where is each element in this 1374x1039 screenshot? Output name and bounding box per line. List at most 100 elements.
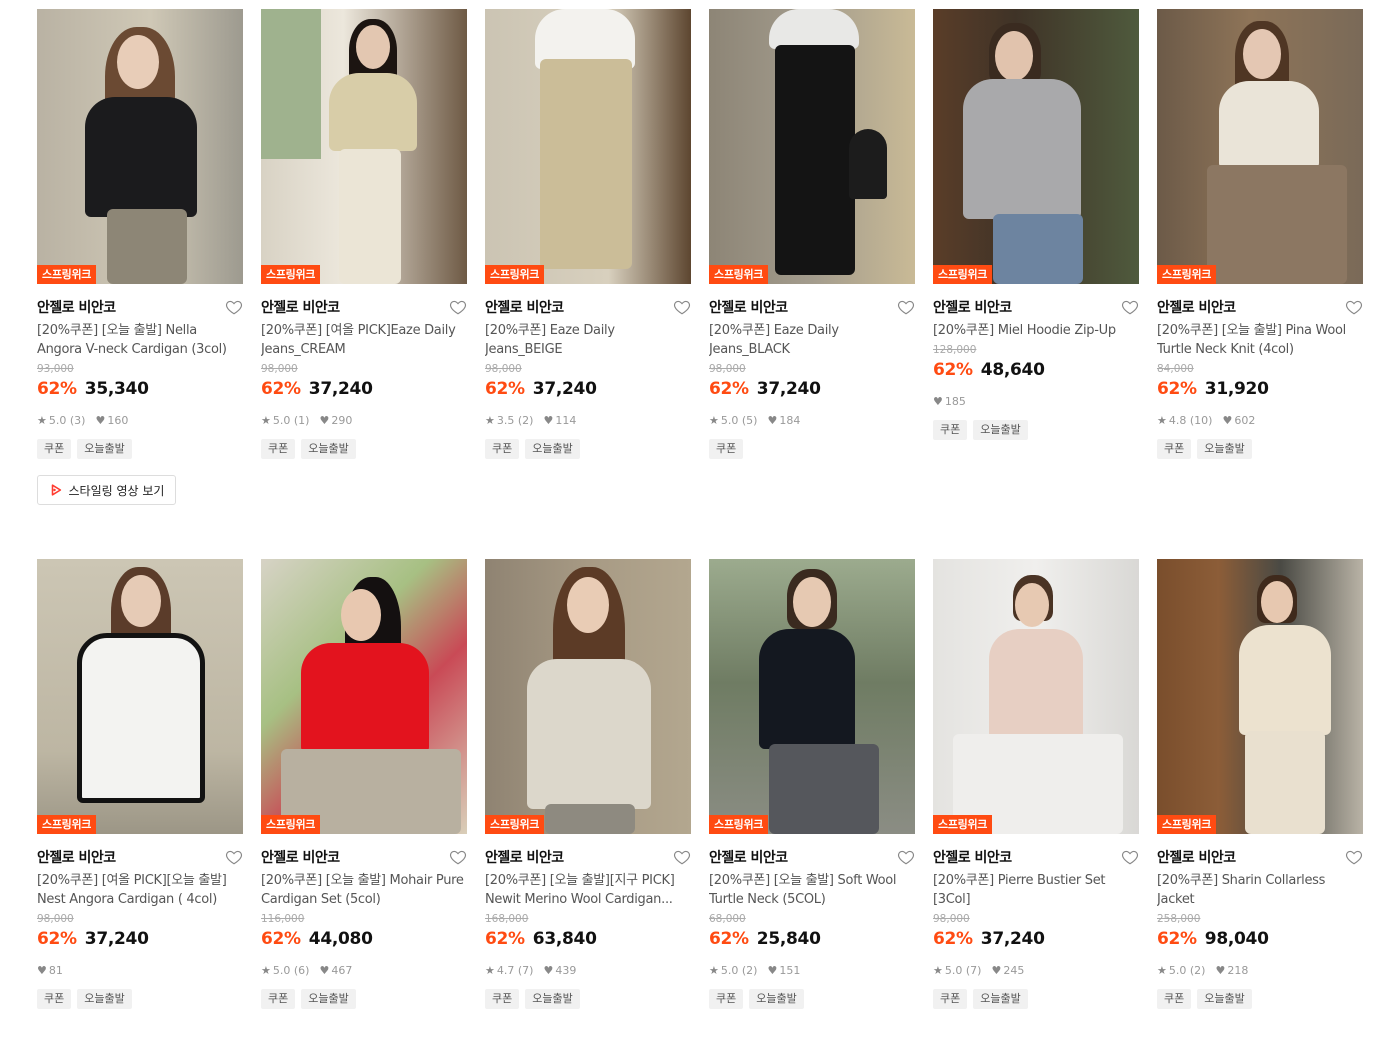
discount-rate: 62% [709,379,749,399]
spring-week-badge: 스프링위크 [1157,815,1217,834]
rating: 4.7 (7) [496,963,534,977]
product-card[interactable]: 스프링위크 안젤로 비안코 [20%쿠폰] Sharin Collarless … [1157,559,1363,1009]
brand-name[interactable]: 안젤로 비안코 [37,297,116,317]
spring-week-badge: 스프링위크 [1157,265,1217,284]
tag-coupon: 쿠폰 [485,989,520,1009]
like-icon: ♥ [319,413,330,427]
brand-name[interactable]: 안젤로 비안코 [1157,847,1236,867]
product-card[interactable]: 스프링위크 안젤로 비안코 [20%쿠폰] [오늘 출발][지구 PICK] N… [485,559,691,1009]
product-image[interactable]: 스프링위크 [261,9,467,284]
product-name[interactable]: [20%쿠폰] Pierre Bustier Set [3Col] [933,871,1139,909]
tag-coupon: 쿠폰 [933,420,968,440]
tag-ship-today: 오늘출발 [973,989,1028,1009]
product-name[interactable]: [20%쿠폰] [오늘 출발] Soft Wool Turtle Neck (5… [709,871,915,909]
brand-name[interactable]: 안젤로 비안코 [933,297,1012,317]
original-price: 98,000 [709,363,746,375]
product-name[interactable]: [20%쿠폰] [여올 PICK]Eaze Daily Jeans_CREAM [261,321,467,359]
brand-name[interactable]: 안젤로 비안코 [709,297,788,317]
play-icon [51,484,61,496]
product-name[interactable]: [20%쿠폰] Miel Hoodie Zip-Up [933,321,1139,340]
product-card[interactable]: 스프링위크 안젤로 비안코 [20%쿠폰] [여올 PICK]Eaze Dail… [261,9,467,459]
like-count: 245 [1003,963,1025,977]
wishlist-heart-icon[interactable] [673,298,691,316]
product-image[interactable]: 스프링위크 [933,559,1139,834]
wishlist-heart-icon[interactable] [673,848,691,866]
original-price: 68,000 [709,913,746,925]
brand-name[interactable]: 안젤로 비안코 [1157,297,1236,317]
sale-price: 25,840 [756,929,821,949]
wishlist-heart-icon[interactable] [1345,848,1363,866]
original-price: 128,000 [933,344,977,356]
wishlist-heart-icon[interactable] [1121,298,1139,316]
star-icon: ★ [933,963,943,977]
brand-name[interactable]: 안젤로 비안코 [485,847,564,867]
original-price: 258,000 [1157,913,1201,925]
product-image[interactable]: 스프링위크 [485,559,691,834]
brand-name[interactable]: 안젤로 비안코 [485,297,564,317]
tag-coupon: 쿠폰 [261,989,296,1009]
product-card[interactable]: 스프링위크 안젤로 비안코 [20%쿠폰] Miel Hoodie Zip-Up… [933,9,1139,440]
original-price: 116,000 [261,913,305,925]
product-image[interactable]: 스프링위크 [709,559,915,834]
sale-price: 98,040 [1204,929,1269,949]
product-card[interactable]: 스프링위크 안젤로 비안코 [20%쿠폰] [오늘 출발] Soft Wool … [709,559,915,1009]
product-image[interactable]: 스프링위크 [1157,9,1363,284]
brand-name[interactable]: 안젤로 비안코 [709,847,788,867]
wishlist-heart-icon[interactable] [449,298,467,316]
product-image[interactable]: 스프링위크 [261,559,467,834]
original-price: 84,000 [1157,363,1194,375]
spring-week-badge: 스프링위크 [933,265,993,284]
tag-ship-today: 오늘출발 [1197,989,1252,1009]
product-image[interactable]: 스프링위크 [709,9,915,284]
product-card[interactable]: 스프링위크 안젤로 비안코 [20%쿠폰] [오늘 출발] Pina Wool … [1157,9,1363,459]
product-image[interactable]: 스프링위크 [1157,559,1363,834]
like-icon: ♥ [95,413,106,427]
product-card[interactable]: 스프링위크 안젤로 비안코 [20%쿠폰] [여올 PICK][오늘 출발] N… [37,559,243,1009]
discount-rate: 62% [37,929,77,949]
like-count: 184 [779,413,801,427]
wishlist-heart-icon[interactable] [225,298,243,316]
brand-name[interactable]: 안젤로 비안코 [37,847,116,867]
spring-week-badge: 스프링위크 [485,265,545,284]
wishlist-heart-icon[interactable] [225,848,243,866]
wishlist-heart-icon[interactable] [1121,848,1139,866]
product-card[interactable]: 스프링위크 안젤로 비안코 [20%쿠폰] Eaze Daily Jeans_B… [485,9,691,459]
tag-ship-today: 오늘출발 [301,439,356,459]
tag-ship-today: 오늘출발 [77,989,132,1009]
wishlist-heart-icon[interactable] [449,848,467,866]
product-image[interactable]: 스프링위크 [37,559,243,834]
brand-name[interactable]: 안젤로 비안코 [261,297,340,317]
product-card[interactable]: 스프링위크 안젤로 비안코 [20%쿠폰] Pierre Bustier Set… [933,559,1139,1009]
like-count: 439 [555,963,577,977]
product-image[interactable]: 스프링위크 [37,9,243,284]
product-name[interactable]: [20%쿠폰] [오늘 출발] Pina Wool Turtle Neck Kn… [1157,321,1363,359]
product-image[interactable]: 스프링위크 [933,9,1139,284]
tag-ship-today: 오늘출발 [525,989,580,1009]
product-card[interactable]: 스프링위크 안젤로 비안코 [20%쿠폰] [오늘 출발] Nella Ango… [37,9,243,459]
like-icon: ♥ [37,963,47,977]
product-name[interactable]: [20%쿠폰] [오늘 출발][지구 PICK] Newit Merino Wo… [485,871,691,909]
original-price: 168,000 [485,913,529,925]
wishlist-heart-icon[interactable] [1345,298,1363,316]
product-name[interactable]: [20%쿠폰] Eaze Daily Jeans_BEIGE [485,321,691,359]
product-name[interactable]: [20%쿠폰] [오늘 출발] Nella Angora V-neck Card… [37,321,243,359]
tag-coupon: 쿠폰 [1157,989,1192,1009]
wishlist-heart-icon[interactable] [897,848,915,866]
wishlist-heart-icon[interactable] [897,298,915,316]
brand-name[interactable]: 안젤로 비안코 [933,847,1012,867]
like-icon: ♥ [543,963,554,977]
brand-name[interactable]: 안젤로 비안코 [261,847,340,867]
product-image[interactable]: 스프링위크 [485,9,691,284]
product-name[interactable]: [20%쿠폰] [여올 PICK][오늘 출발] Nest Angora Car… [37,871,243,909]
product-name[interactable]: [20%쿠폰] [오늘 출발] Mohair Pure Cardigan Set… [261,871,467,909]
sale-price: 37,240 [84,929,149,949]
like-icon: ♥ [319,963,330,977]
product-card[interactable]: 스프링위크 안젤로 비안코 [20%쿠폰] [오늘 출발] Mohair Pur… [261,559,467,1009]
star-icon: ★ [1157,413,1167,427]
styling-video-button[interactable]: 스타일링 영상 보기 [37,475,176,505]
product-name[interactable]: [20%쿠폰] Sharin Collarless Jacket [1157,871,1363,909]
spring-week-badge: 스프링위크 [709,265,769,284]
product-name[interactable]: [20%쿠폰] Eaze Daily Jeans_BLACK [709,321,915,359]
tag-coupon: 쿠폰 [485,439,520,459]
product-card[interactable]: 스프링위크 안젤로 비안코 [20%쿠폰] Eaze Daily Jeans_B… [709,9,915,459]
